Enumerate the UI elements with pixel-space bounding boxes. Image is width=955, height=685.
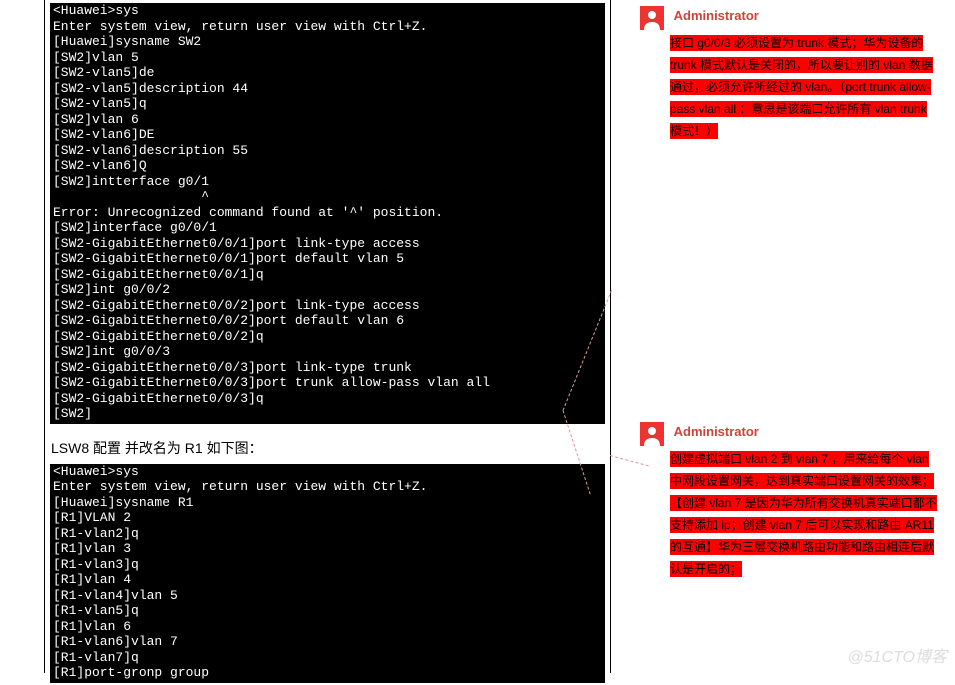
terminal-output-sw2: <Huawei>sys Enter system view, return us… — [48, 3, 607, 426]
watermark-text: @51CTO博客 — [847, 643, 947, 667]
comment-body: 接口 g0/0/3 必须设置为 trunk 模式；华为设备的 trunk 模式默… — [670, 32, 940, 142]
avatar-icon — [640, 6, 664, 30]
comment-item: Administrator 创建虚拟端口 vlan 2 到 vlan 7 ，用来… — [640, 422, 940, 580]
caption-lsw8: LSW8 配置 并改名为 R1 如下图： — [51, 438, 610, 458]
comment-body: 创建虚拟端口 vlan 2 到 vlan 7 ，用来给每个 vlan 中网段设置… — [670, 448, 940, 580]
avatar-icon — [640, 422, 664, 446]
highlighted-text: 接口 g0/0/3 必须设置为 trunk 模式；华为设备的 trunk 模式默… — [670, 35, 933, 139]
comment-panel: Administrator 接口 g0/0/3 必须设置为 trunk 模式；华… — [640, 6, 940, 590]
comment-author: Administrator — [674, 6, 759, 26]
terminal-output-r1: <Huawei>sys Enter system view, return us… — [48, 464, 607, 685]
highlighted-text: 创建虚拟端口 vlan 2 到 vlan 7 ，用来给每个 vlan 中网段设置… — [670, 451, 937, 577]
document-left-column: <Huawei>sys Enter system view, return us… — [44, 0, 611, 673]
comment-author: Administrator — [674, 422, 759, 442]
comment-item: Administrator 接口 g0/0/3 必须设置为 trunk 模式；华… — [640, 6, 940, 142]
